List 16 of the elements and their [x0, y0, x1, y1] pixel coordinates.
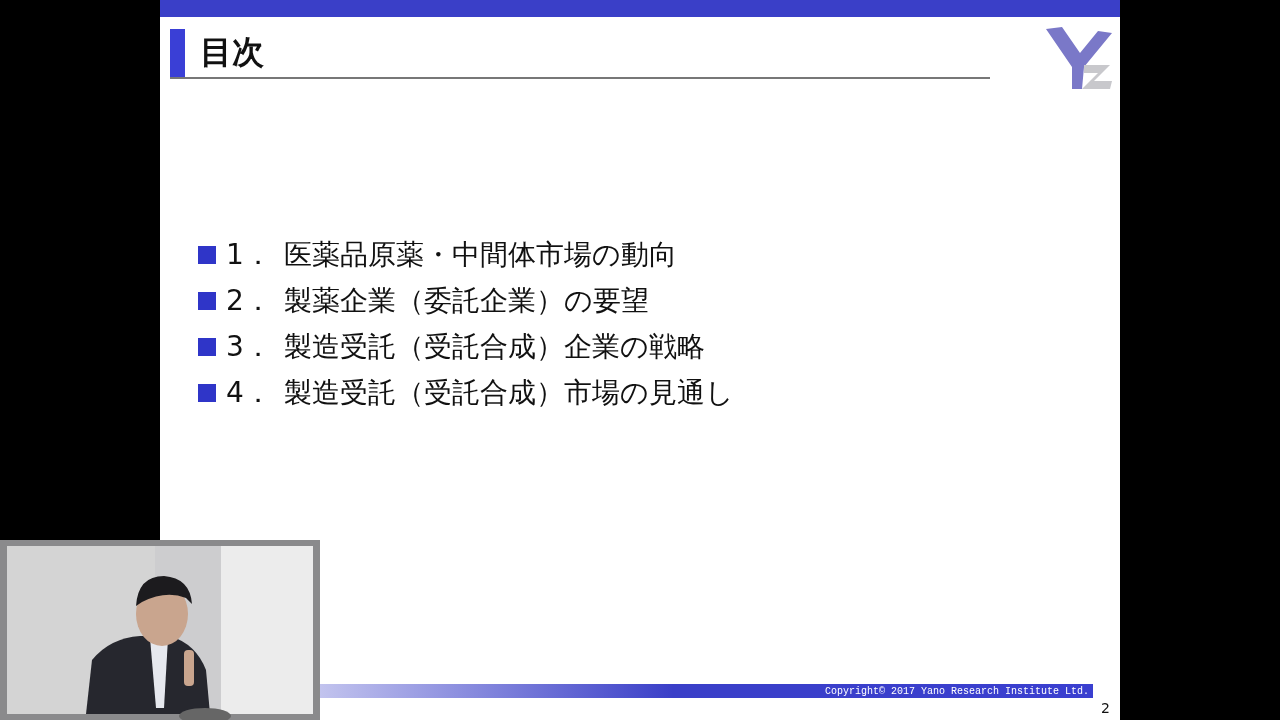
item-text: 製造受託（受託合成）市場の見通し	[284, 375, 734, 411]
bullet-icon	[198, 384, 216, 402]
item-number: 1．	[226, 237, 273, 273]
copyright-text: Copyright© 2017 Yano Research Institute Ltd.	[824, 685, 1090, 697]
item-text: 医薬品原薬・中間体市場の動向	[284, 237, 677, 273]
bullet-icon	[198, 292, 216, 310]
bullet-icon	[198, 246, 216, 264]
item-number: 3．	[226, 329, 273, 365]
item-number: 2．	[226, 283, 273, 319]
page-number: 2	[1101, 700, 1110, 716]
item-number: 4．	[226, 375, 273, 411]
bullet-icon	[198, 338, 216, 356]
item-text: 製薬企業（委託企業）の要望	[284, 283, 649, 319]
item-text: 製造受託（受託合成）企業の戦略	[284, 329, 705, 365]
title-accent	[170, 29, 185, 79]
slide-title: 目次	[200, 32, 264, 73]
